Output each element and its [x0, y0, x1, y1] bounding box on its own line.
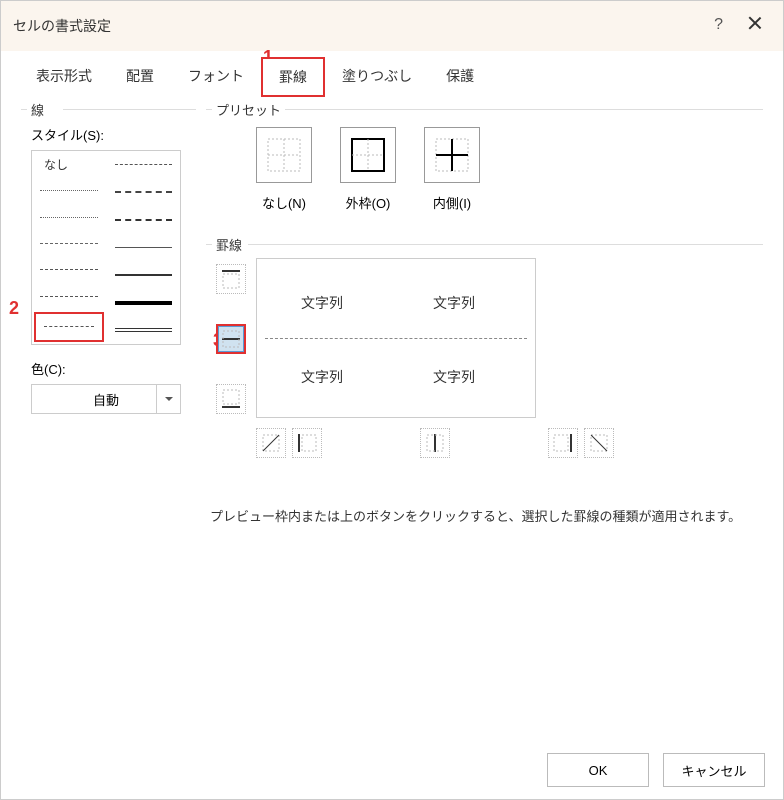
- style-dash-long[interactable]: [107, 206, 181, 234]
- border-preview[interactable]: 文字列 文字列 文字列 文字列: [256, 258, 536, 418]
- tab-fill[interactable]: 塗りつぶし: [325, 57, 429, 97]
- border-left-btn[interactable]: [292, 428, 322, 458]
- border-diag-up-btn[interactable]: [256, 428, 286, 458]
- preview-cell-tr: 文字列: [433, 293, 475, 313]
- preview-cell-bl: 文字列: [301, 367, 343, 387]
- border-group: 罫線 文字列 文字列 文字列 文字列: [206, 244, 763, 468]
- line-group-label: 線: [27, 100, 48, 119]
- color-label: 色(C):: [31, 359, 186, 378]
- preset-group-label: プリセット: [212, 100, 285, 119]
- ok-button[interactable]: OK: [547, 753, 649, 787]
- style-double[interactable]: [107, 316, 181, 344]
- preview-middle-line: [265, 338, 527, 339]
- border-diag-down-btn[interactable]: [584, 428, 614, 458]
- tab-bar: 表示形式 配置 フォント 罫線 塗りつぶし 保護: [1, 51, 783, 97]
- style-dashdot-med[interactable]: [107, 179, 181, 207]
- hint-text: プレビュー枠内または上のボタンをクリックすると、選択した罫線の種類が適用されます…: [206, 482, 763, 549]
- help-icon[interactable]: ?: [714, 16, 723, 34]
- tab-border[interactable]: 罫線: [261, 57, 325, 97]
- style-solid-med[interactable]: [107, 261, 181, 289]
- dialog-title: セルの書式設定: [13, 16, 111, 36]
- preview-cell-tl: 文字列: [301, 293, 343, 313]
- line-group: 線 スタイル(S): なし: [21, 109, 196, 424]
- callout-2: 2: [9, 298, 19, 319]
- titlebar: セルの書式設定 ?: [1, 1, 783, 51]
- color-value: 自動: [40, 390, 172, 409]
- border-middle-h-btn[interactable]: [216, 324, 246, 354]
- style-list[interactable]: なし: [31, 150, 181, 345]
- style-solid-thin[interactable]: [107, 234, 181, 262]
- border-top-btn[interactable]: [216, 264, 246, 294]
- style-dashdot[interactable]: [32, 257, 106, 283]
- footer: OK キャンセル: [547, 753, 765, 787]
- preset-none-label: なし(N): [262, 193, 306, 212]
- chevron-down-icon[interactable]: [156, 385, 180, 413]
- color-select[interactable]: 自動: [31, 384, 181, 414]
- style-selected-dashed[interactable]: [34, 312, 104, 342]
- style-solid-thick[interactable]: [107, 289, 181, 317]
- preview-cell-br: 文字列: [433, 367, 475, 387]
- preset-inside-label: 内側(I): [433, 193, 471, 212]
- preset-inside[interactable]: [424, 127, 480, 183]
- border-middle-v-btn[interactable]: [420, 428, 450, 458]
- style-dotted-fine[interactable]: [32, 177, 106, 203]
- style-dashed-short[interactable]: [32, 230, 106, 256]
- tab-font[interactable]: フォント: [171, 57, 261, 97]
- preset-outline-label: 外枠(O): [346, 193, 391, 212]
- border-right-btn[interactable]: [548, 428, 578, 458]
- cancel-button[interactable]: キャンセル: [663, 753, 765, 787]
- style-dashed-med[interactable]: [107, 151, 181, 179]
- style-dashdotdot[interactable]: [32, 283, 106, 309]
- tab-alignment[interactable]: 配置: [109, 57, 171, 97]
- style-label: スタイル(S):: [31, 125, 186, 144]
- style-none[interactable]: なし: [32, 151, 106, 177]
- style-dotted[interactable]: [32, 204, 106, 230]
- border-group-label: 罫線: [212, 235, 246, 254]
- border-bottom-btn[interactable]: [216, 384, 246, 414]
- tab-number-format[interactable]: 表示形式: [19, 57, 109, 97]
- preset-none[interactable]: [256, 127, 312, 183]
- tab-protection[interactable]: 保護: [429, 57, 491, 97]
- close-icon[interactable]: [745, 13, 765, 33]
- preset-group: プリセット なし(N) 外枠(O): [206, 109, 763, 230]
- preset-outline[interactable]: [340, 127, 396, 183]
